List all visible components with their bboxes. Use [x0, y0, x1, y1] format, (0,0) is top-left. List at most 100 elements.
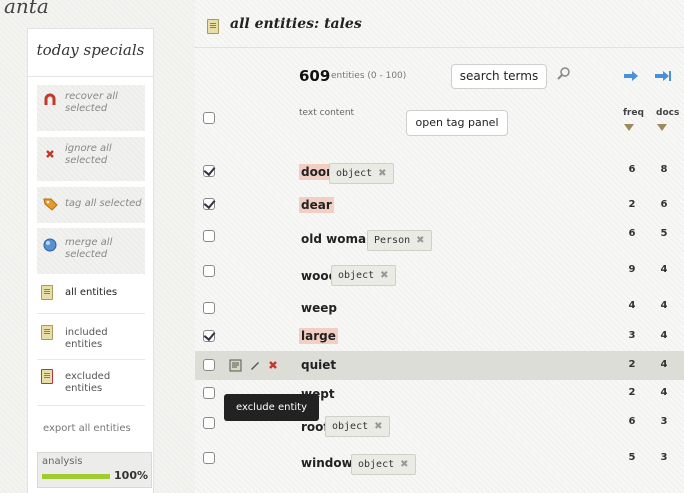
sidebar: today specials recover all selected igno… — [27, 28, 154, 493]
row-checkbox[interactable] — [203, 165, 215, 177]
exclude-entity-tooltip: exclude entity — [224, 394, 319, 421]
table-row[interactable]: door object ✖ 6 8 — [195, 159, 684, 188]
tag-all-selected-button[interactable]: tag all selected — [37, 187, 145, 223]
row-checkbox[interactable] — [203, 198, 215, 210]
ignore-all-selected-button[interactable]: ignore all selected — [37, 137, 145, 181]
all-entities-label: all entities — [65, 287, 118, 298]
entity-text: window — [301, 456, 353, 470]
entity-tag-label: Person — [374, 235, 411, 246]
entity-tag[interactable]: object ✖ — [329, 163, 394, 184]
main-header: all entities: tales — [195, 0, 684, 48]
entity-text: old woman — [301, 232, 375, 246]
freq-value: 6 — [628, 228, 636, 239]
column-freq[interactable]: freq — [623, 108, 644, 118]
entity-tag[interactable]: object ✖ — [331, 265, 396, 286]
document-check-icon — [41, 325, 55, 341]
sort-desc-icon[interactable] — [624, 124, 634, 131]
freq-value: 9 — [628, 264, 636, 275]
entity-tag[interactable]: object ✖ — [351, 454, 416, 475]
search-terms-button[interactable]: search terms — [451, 64, 547, 89]
table-row[interactable]: dear 2 6 — [195, 190, 684, 219]
tag-all-selected-label: tag all selected — [65, 198, 142, 209]
remove-tag-icon[interactable]: ✖ — [416, 235, 424, 246]
row-checkbox[interactable] — [203, 330, 215, 342]
merge-all-selected-button[interactable]: merge all selected — [37, 228, 145, 274]
entity-tag-label: object — [358, 459, 395, 470]
row-checkbox[interactable] — [203, 417, 215, 429]
docs-value: 3 — [660, 416, 668, 427]
document-icon — [41, 285, 55, 301]
sidebar-divider — [37, 405, 145, 406]
remove-tag-icon[interactable]: ✖ — [380, 270, 388, 281]
tag-icon — [43, 197, 58, 211]
freq-value: 3 — [628, 330, 636, 341]
analysis-panel: analysis 100% — [37, 452, 152, 488]
row-checkbox[interactable] — [203, 359, 215, 371]
open-tag-panel-button[interactable]: open tag panel — [406, 110, 508, 136]
select-all-checkbox[interactable] — [203, 112, 215, 124]
entity-tag[interactable]: Person ✖ — [367, 230, 432, 251]
freq-value: 4 — [628, 300, 636, 311]
document-excluded-icon — [41, 369, 55, 385]
excluded-entities-label: excluded entities — [65, 371, 111, 394]
last-page-arrow-icon[interactable] — [655, 70, 671, 81]
included-entities-link[interactable]: included entities — [37, 323, 145, 355]
freq-value: 2 — [628, 387, 636, 398]
next-page-arrow-icon[interactable] — [624, 70, 638, 81]
export-all-entities-label: export all entities — [43, 423, 131, 434]
exclude-x-icon[interactable] — [267, 359, 279, 371]
table-row[interactable]: old woman Person ✖ 6 5 — [195, 224, 684, 253]
docs-value: 4 — [660, 330, 668, 341]
analysis-progress-text: 100% — [114, 469, 148, 482]
edit-pencil-icon[interactable] — [249, 359, 261, 371]
sidebar-title: today specials — [28, 29, 153, 77]
included-entities-label: included entities — [65, 327, 108, 350]
recover-all-selected-label: recover all selected — [65, 91, 118, 114]
sort-desc-icon[interactable] — [657, 124, 667, 131]
column-docs[interactable]: docs — [656, 108, 679, 118]
entity-tag[interactable]: object ✖ — [325, 416, 390, 437]
ignore-all-selected-label: ignore all selected — [65, 143, 112, 166]
remove-tag-icon[interactable]: ✖ — [374, 421, 382, 432]
analysis-progress-bar — [42, 474, 110, 479]
table-row[interactable]: wood object ✖ 9 4 — [195, 259, 684, 288]
page-title: all entities: tales — [230, 16, 362, 32]
analysis-label: analysis — [42, 456, 83, 467]
docs-value: 4 — [660, 300, 668, 311]
sidebar-divider — [37, 359, 145, 360]
freq-value: 2 — [628, 359, 636, 370]
export-all-entities-link[interactable]: export all entities — [37, 423, 145, 437]
red-x-icon — [43, 147, 57, 161]
table-row[interactable]: window object ✖ 5 3 — [195, 450, 684, 479]
horseshoe-icon — [43, 93, 57, 107]
docs-value: 5 — [660, 228, 668, 239]
remove-tag-icon[interactable]: ✖ — [378, 168, 386, 179]
docs-value: 4 — [660, 359, 668, 370]
column-text-content: text content — [299, 108, 355, 118]
freq-value: 6 — [628, 416, 636, 427]
row-checkbox[interactable] — [203, 302, 215, 314]
docs-value: 6 — [660, 199, 668, 210]
table-row[interactable]: quiet 2 4 — [195, 351, 684, 380]
remove-tag-icon[interactable]: ✖ — [400, 459, 408, 470]
all-entities-link[interactable]: all entities — [37, 281, 145, 311]
recover-all-selected-button[interactable]: recover all selected — [37, 85, 145, 131]
magnifier-icon[interactable] — [557, 66, 571, 80]
row-checkbox[interactable] — [203, 265, 215, 277]
docs-value: 8 — [660, 164, 668, 175]
freq-value: 5 — [628, 452, 636, 463]
entity-range: entities (0 - 100) — [331, 71, 407, 81]
document-icon — [207, 19, 219, 34]
entity-tag-label: object — [338, 270, 375, 281]
freq-value: 2 — [628, 199, 636, 210]
row-checkbox[interactable] — [203, 230, 215, 242]
row-checkbox[interactable] — [203, 452, 215, 464]
excluded-entities-link[interactable]: excluded entities — [37, 367, 145, 399]
docs-value: 4 — [660, 387, 668, 398]
entity-text: weep — [301, 301, 337, 315]
document-detail-icon[interactable] — [229, 359, 242, 372]
table-row[interactable]: weep 4 4 — [195, 294, 684, 323]
table-row[interactable]: large 3 4 — [195, 322, 684, 351]
entity-text: quiet — [301, 358, 337, 372]
row-checkbox[interactable] — [203, 387, 215, 399]
